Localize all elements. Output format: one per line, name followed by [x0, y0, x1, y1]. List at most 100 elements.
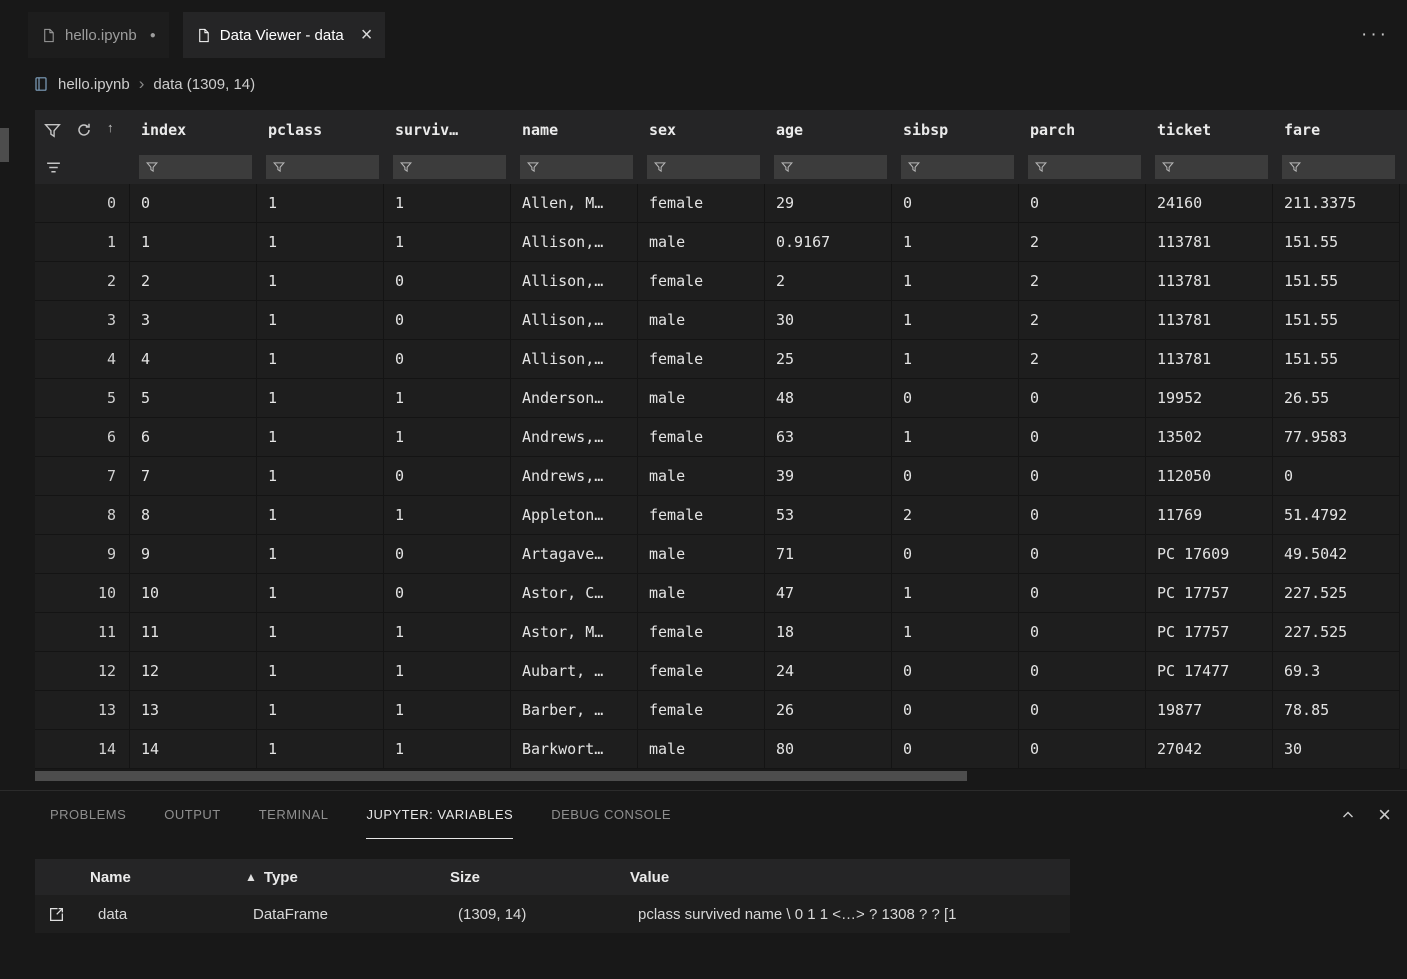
cell-sex[interactable]: female: [638, 496, 765, 535]
row-number[interactable]: 10: [35, 574, 130, 613]
cell-age[interactable]: 25: [765, 340, 892, 379]
cell-surviv[interactable]: 1: [384, 613, 511, 652]
cell-ticket[interactable]: 19952: [1146, 379, 1273, 418]
filter-input-ticket[interactable]: [1180, 160, 1262, 175]
cell-sibsp[interactable]: 0: [892, 379, 1019, 418]
variables-header-name[interactable]: Name: [80, 869, 235, 886]
cell-age[interactable]: 39: [765, 457, 892, 496]
cell-surviv[interactable]: 0: [384, 340, 511, 379]
cell-index[interactable]: 4: [130, 340, 257, 379]
column-header-index[interactable]: index: [130, 121, 257, 139]
breadcrumb-item[interactable]: data (1309, 14): [153, 76, 255, 93]
cell-sibsp[interactable]: 0: [892, 184, 1019, 223]
cell-parch[interactable]: 0: [1019, 730, 1146, 769]
column-header-sex[interactable]: sex: [638, 121, 765, 139]
cell-name[interactable]: Astor, M…: [511, 613, 638, 652]
cell-surviv[interactable]: 1: [384, 496, 511, 535]
cell-name[interactable]: Artagave…: [511, 535, 638, 574]
cell-sex[interactable]: male: [638, 730, 765, 769]
cell-parch[interactable]: 0: [1019, 652, 1146, 691]
cell-name[interactable]: Anderson…: [511, 379, 638, 418]
panel-tab-jupytervariables[interactable]: JUPYTER: VARIABLES: [366, 791, 513, 839]
cell-name[interactable]: Barber, …: [511, 691, 638, 730]
filter-input-sibsp[interactable]: [926, 160, 1008, 175]
column-header-age[interactable]: age: [765, 121, 892, 139]
tab-data-viewer[interactable]: Data Viewer - data ×: [183, 12, 386, 58]
cell-name[interactable]: Allison,…: [511, 262, 638, 301]
cell-pclass[interactable]: 1: [257, 457, 384, 496]
cell-index[interactable]: 12: [130, 652, 257, 691]
cell-fare[interactable]: 151.55: [1273, 223, 1400, 262]
cell-index[interactable]: 11: [130, 613, 257, 652]
row-number[interactable]: 14: [35, 730, 130, 769]
tab-hello-ipynb[interactable]: hello.ipynb ●: [28, 12, 169, 58]
cell-fare[interactable]: 30: [1273, 730, 1400, 769]
row-number[interactable]: 9: [35, 535, 130, 574]
cell-name[interactable]: Barkwort…: [511, 730, 638, 769]
cell-sex[interactable]: male: [638, 379, 765, 418]
cell-ticket[interactable]: 113781: [1146, 223, 1273, 262]
row-number[interactable]: 1: [35, 223, 130, 262]
chevron-up-icon[interactable]: [1340, 807, 1356, 823]
breadcrumb-file[interactable]: hello.ipynb: [58, 76, 130, 93]
cell-pclass[interactable]: 1: [257, 613, 384, 652]
cell-parch[interactable]: 0: [1019, 691, 1146, 730]
cell-sibsp[interactable]: 1: [892, 574, 1019, 613]
cell-sex[interactable]: female: [638, 652, 765, 691]
filter-input-sex[interactable]: [672, 160, 754, 175]
cell-age[interactable]: 53: [765, 496, 892, 535]
cell-index[interactable]: 8: [130, 496, 257, 535]
cell-ticket[interactable]: 24160: [1146, 184, 1273, 223]
row-number[interactable]: 11: [35, 613, 130, 652]
cell-age[interactable]: 26: [765, 691, 892, 730]
panel-tab-debugconsole[interactable]: DEBUG CONSOLE: [551, 791, 671, 839]
cell-ticket[interactable]: 113781: [1146, 301, 1273, 340]
column-header-sibsp[interactable]: sibsp: [892, 121, 1019, 139]
cell-age[interactable]: 2: [765, 262, 892, 301]
cell-sex[interactable]: female: [638, 262, 765, 301]
cell-sex[interactable]: female: [638, 418, 765, 457]
cell-age[interactable]: 63: [765, 418, 892, 457]
filter-input-index[interactable]: [164, 160, 246, 175]
cell-pclass[interactable]: 1: [257, 535, 384, 574]
cell-parch[interactable]: 0: [1019, 535, 1146, 574]
cell-index[interactable]: 0: [130, 184, 257, 223]
cell-index[interactable]: 2: [130, 262, 257, 301]
row-number[interactable]: 3: [35, 301, 130, 340]
column-header-surviv[interactable]: surviv…: [384, 121, 511, 139]
cell-surviv[interactable]: 0: [384, 301, 511, 340]
cell-fare[interactable]: 151.55: [1273, 301, 1400, 340]
cell-fare[interactable]: 69.3: [1273, 652, 1400, 691]
close-icon[interactable]: ×: [361, 25, 373, 45]
cell-surviv[interactable]: 1: [384, 730, 511, 769]
cell-fare[interactable]: 0: [1273, 457, 1400, 496]
cell-age[interactable]: 30: [765, 301, 892, 340]
cell-ticket[interactable]: 13502: [1146, 418, 1273, 457]
row-number[interactable]: 7: [35, 457, 130, 496]
cell-fare[interactable]: 51.4792: [1273, 496, 1400, 535]
cell-fare[interactable]: 78.85: [1273, 691, 1400, 730]
panel-tab-terminal[interactable]: TERMINAL: [259, 791, 329, 839]
cell-surviv[interactable]: 0: [384, 457, 511, 496]
cell-index[interactable]: 5: [130, 379, 257, 418]
cell-index[interactable]: 14: [130, 730, 257, 769]
cell-fare[interactable]: 227.525: [1273, 574, 1400, 613]
cell-index[interactable]: 6: [130, 418, 257, 457]
cell-ticket[interactable]: 113781: [1146, 340, 1273, 379]
more-actions-icon[interactable]: ···: [1361, 24, 1389, 46]
cell-pclass[interactable]: 1: [257, 418, 384, 457]
cell-name[interactable]: Andrews,…: [511, 457, 638, 496]
cell-parch[interactable]: 2: [1019, 262, 1146, 301]
cell-index[interactable]: 10: [130, 574, 257, 613]
cell-surviv[interactable]: 1: [384, 379, 511, 418]
clear-filter-icon[interactable]: [45, 159, 62, 176]
cell-sibsp[interactable]: 1: [892, 340, 1019, 379]
cell-name[interactable]: Allen, M…: [511, 184, 638, 223]
row-number[interactable]: 12: [35, 652, 130, 691]
filter-input-parch[interactable]: [1053, 160, 1135, 175]
column-header-parch[interactable]: parch: [1019, 121, 1146, 139]
cell-parch[interactable]: 0: [1019, 613, 1146, 652]
column-header-ticket[interactable]: ticket: [1146, 121, 1273, 139]
filter-input-pclass[interactable]: [291, 160, 373, 175]
cell-age[interactable]: 18: [765, 613, 892, 652]
